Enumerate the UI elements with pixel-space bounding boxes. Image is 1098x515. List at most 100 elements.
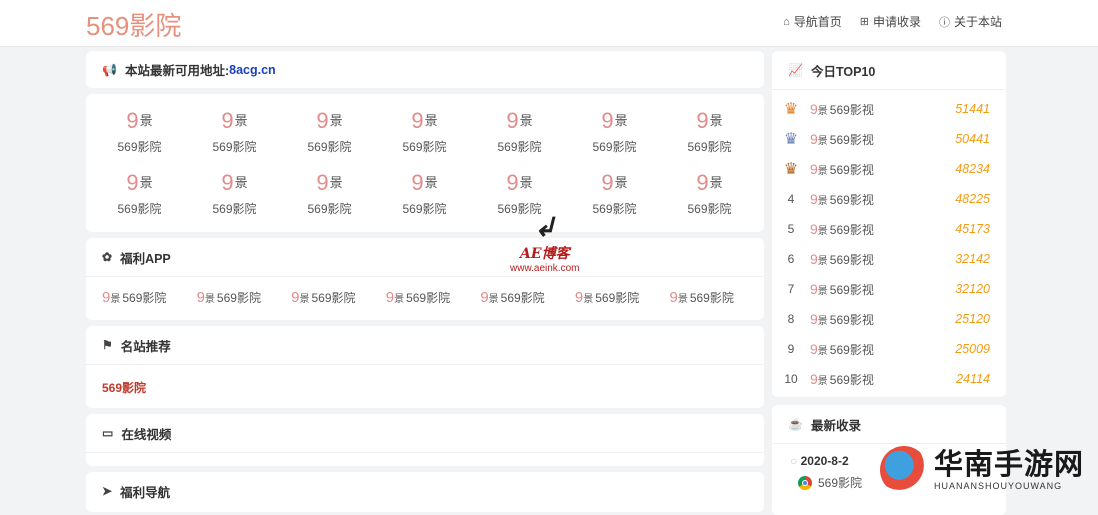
app-logo-icon: 9 — [291, 288, 300, 306]
paper-plane-icon: ➤ — [102, 484, 113, 498]
top10-logo-char: 景 — [817, 195, 828, 207]
site-card[interactable]: 9景 569影院 — [377, 164, 472, 226]
site-logo-icon: 9景 — [696, 108, 723, 133]
top10-row[interactable]: ♛ 9 景 569影视 50441 — [772, 124, 1006, 154]
site-card[interactable]: 9景 569影院 — [567, 164, 662, 226]
site-card[interactable]: 9景 569影院 — [377, 102, 472, 164]
nav-apply[interactable]: ⊞ 申请收录 — [860, 13, 921, 30]
top10-name: 569影视 — [829, 162, 874, 177]
famous-panel: ⚑ 名站推荐 569影院 — [86, 326, 764, 408]
nav-home[interactable]: ⌂ 导航首页 — [783, 13, 842, 30]
welfare-nav-title: 福利导航 — [120, 485, 171, 500]
site-card[interactable]: 9景 569影院 — [92, 164, 187, 226]
rank-number: 4 — [787, 192, 795, 206]
crown-icon: ♛ — [783, 161, 799, 178]
top10-logo-char: 景 — [817, 285, 828, 297]
site-logo-icon: 9景 — [411, 170, 438, 195]
site-card[interactable]: 9景 569影院 — [282, 102, 377, 164]
line-chart-icon: 📈 — [788, 63, 803, 77]
site-card[interactable]: 9景 569影院 — [662, 164, 757, 226]
site-card[interactable]: 9景 569影院 — [472, 102, 567, 164]
top10-logo-char: 景 — [817, 345, 828, 357]
top10-name: 569影视 — [829, 132, 874, 147]
app-item[interactable]: 9景 569影院 — [575, 289, 670, 306]
app-item[interactable]: 9景 569影院 — [480, 289, 575, 306]
video-panel-header: ▭ 在线视频 — [86, 414, 764, 453]
site-name: 569影院 — [307, 202, 352, 216]
app-item[interactable]: 9景 569影院 — [669, 289, 764, 306]
rank-number: 10 — [784, 372, 798, 386]
app-logo-char: 景 — [677, 293, 688, 305]
rank-number: 7 — [787, 282, 795, 296]
notice-prefix: 本站最新可用地址: — [124, 64, 230, 78]
top10-name: 569影视 — [829, 102, 874, 117]
top10-score: 32142 — [955, 252, 990, 266]
notice-address-link[interactable]: 8acg.cn — [229, 63, 276, 77]
site-name: 569影院 — [117, 202, 162, 216]
paw-icon: ✿ — [102, 250, 113, 264]
top10-name: 569影视 — [829, 192, 874, 207]
site-grid-panel: 9景 569影院 9景 569影院 9景 569影院 9景 569影院 9景 569影院 9景 569… — [86, 94, 764, 232]
top10-row[interactable]: 5 9 景 569影视 45173 — [772, 214, 1006, 244]
top10-row[interactable]: ♛ 9 景 569影视 48234 — [772, 154, 1006, 184]
nav-about[interactable]: ⓘ 关于本站 — [939, 13, 1002, 30]
top10-score: 32120 — [955, 282, 990, 296]
top10-name: 569影视 — [829, 252, 874, 267]
site-logo[interactable]: 569影院 — [86, 6, 181, 43]
site-name: 569影院 — [497, 140, 542, 154]
app-item[interactable]: 9景 569影院 — [291, 289, 386, 306]
top10-row[interactable]: 10 9 景 569影视 24114 — [772, 364, 1006, 394]
top10-logo-char: 景 — [817, 375, 828, 387]
app-item[interactable]: 9景 569影院 — [197, 289, 292, 306]
top-nav: ⌂ 导航首页 ⊞ 申请收录 ⓘ 关于本站 — [783, 13, 1002, 30]
nav-about-label: 关于本站 — [953, 15, 1002, 29]
top-bar: 569影院 ⌂ 导航首页 ⊞ 申请收录 ⓘ 关于本站 — [0, 0, 1098, 47]
app-item[interactable]: 9景 569影院 — [386, 289, 481, 306]
notice-panel: 📢 本站最新可用地址: 8acg.cn — [86, 51, 764, 88]
top10-name: 569影视 — [829, 282, 874, 297]
site-name: 569影院 — [592, 140, 637, 154]
site-logo-icon: 9景 — [126, 108, 153, 133]
site-card[interactable]: 9景 569影院 — [92, 102, 187, 164]
home-icon: ⌂ — [783, 15, 790, 28]
site-logo-icon: 9景 — [221, 170, 248, 195]
top10-row[interactable]: 8 9 景 569影视 25120 — [772, 304, 1006, 334]
nav-apply-label: 申请收录 — [872, 15, 921, 29]
top10-row[interactable]: 9 9 景 569影视 25009 — [772, 334, 1006, 364]
blog-watermark: ↲ AE博客 www.aeink.com — [510, 212, 579, 274]
famous-link[interactable]: 569影院 — [86, 365, 764, 410]
site-card[interactable]: 9景 569影院 — [187, 102, 282, 164]
app-name: 569影院 — [122, 290, 167, 305]
top10-row[interactable]: 4 9 景 569影视 48225 — [772, 184, 1006, 214]
top10-score: 24114 — [956, 372, 990, 386]
app-name: 569影院 — [311, 290, 356, 305]
notice-bar: 📢 本站最新可用地址: 8acg.cn — [86, 51, 764, 88]
info-circle-icon: ⓘ — [938, 16, 950, 29]
site-card[interactable]: 9景 569影院 — [282, 164, 377, 226]
site-card[interactable]: 9景 569影院 — [187, 164, 282, 226]
app-logo-char: 景 — [488, 293, 499, 305]
site-name: 569影院 — [212, 202, 257, 216]
brand-title: 华南手游网 — [934, 449, 1085, 481]
site-card[interactable]: 9景 569影院 — [662, 102, 757, 164]
top10-logo-icon: 9 — [810, 131, 818, 147]
top10-logo-icon: 9 — [810, 311, 818, 327]
crown-icon: ♛ — [783, 131, 799, 148]
site-logo-icon: 9景 — [411, 108, 438, 133]
top10-row[interactable]: 6 9 景 569影视 32142 — [772, 244, 1006, 274]
top10-title: 今日TOP10 — [810, 64, 876, 79]
welfare-nav-panel: ➤ 福利导航 — [86, 472, 764, 512]
top10-row[interactable]: 7 9 景 569影视 32120 — [772, 274, 1006, 304]
top10-row[interactable]: ♛ 9 景 569影视 51441 — [772, 94, 1006, 124]
site-card[interactable]: 9景 569影院 — [567, 102, 662, 164]
app-name: 569影院 — [689, 290, 734, 305]
app-logo-char: 景 — [110, 293, 121, 305]
brand-logo-icon — [880, 446, 928, 494]
site-name: 569影院 — [687, 202, 732, 216]
latest-date-text: 2020-8-2 — [800, 454, 849, 468]
app-item[interactable]: 9景 569影院 — [102, 289, 197, 306]
flag-icon: ⚑ — [102, 338, 113, 352]
site-logo-icon: 9景 — [316, 170, 343, 195]
top10-list: ♛ 9 景 569影视 51441 ♛ 9 景 569影视 50441 ♛ 9 景 569影视 48234 4… — [772, 90, 1006, 394]
app-panel: ✿ 福利APP 9景 569影院 9景 569影院 9景 569影院 9景 569影院 9景 56… — [86, 238, 764, 320]
